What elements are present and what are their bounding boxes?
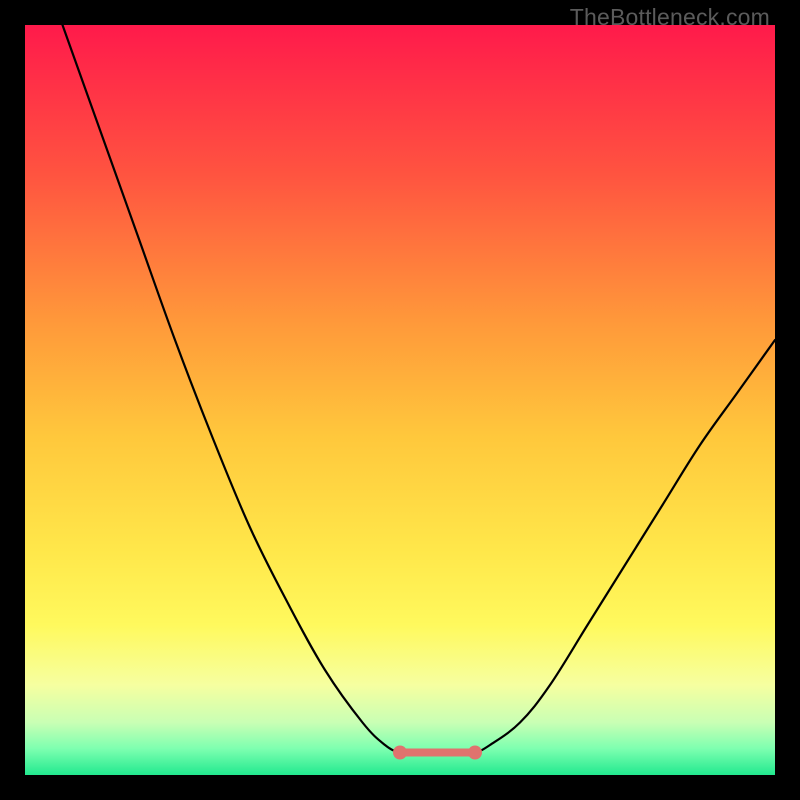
chart-frame: TheBottleneck.com bbox=[0, 0, 800, 800]
watermark-text: TheBottleneck.com bbox=[570, 4, 770, 31]
plot-area bbox=[25, 25, 775, 775]
marker-right-dot bbox=[468, 746, 482, 760]
bottleneck-curve bbox=[25, 25, 775, 775]
curve-left-branch bbox=[63, 25, 416, 753]
marker-left-dot bbox=[393, 746, 407, 760]
curve-right-branch bbox=[460, 340, 775, 753]
